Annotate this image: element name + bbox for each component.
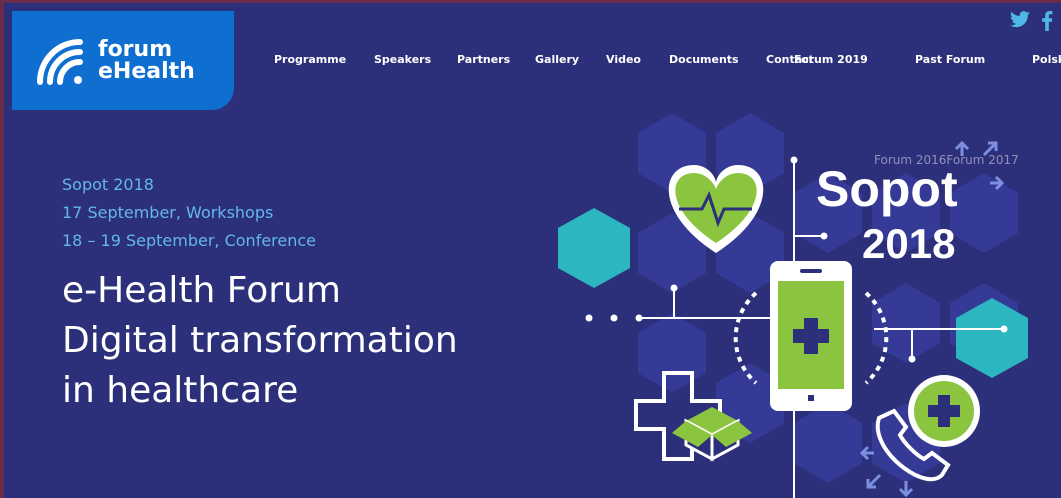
logo-line-forum: forum bbox=[98, 36, 173, 62]
nav-programme[interactable]: Programme bbox=[274, 53, 346, 66]
hero-sopot-text: Sopot bbox=[816, 161, 958, 217]
page-headline: e-Health Forum Digital transformation in… bbox=[62, 266, 458, 416]
hero-illustration: Sopot 2018 bbox=[558, 113, 1028, 498]
signal-logo-icon bbox=[37, 38, 83, 85]
event-workshops: 17 September, Workshops bbox=[62, 203, 274, 222]
nav-forum-2019[interactable]: Forum 2019 bbox=[794, 53, 868, 66]
site-logo[interactable]: forum eHealth bbox=[12, 11, 234, 110]
headline-line-2: Digital transformation bbox=[62, 320, 458, 361]
nav-gallery[interactable]: Gallery bbox=[535, 53, 579, 66]
nav-polski[interactable]: Polski bbox=[1032, 53, 1061, 66]
nav-video[interactable]: Video bbox=[606, 53, 641, 66]
event-info: Sopot 2018 17 September, Workshops 18 – … bbox=[62, 171, 316, 255]
smartphone-icon bbox=[770, 261, 852, 411]
hero-year-text: 2018 bbox=[862, 220, 955, 267]
twitter-icon[interactable] bbox=[1009, 11, 1031, 34]
page: forum eHealth Programme Speakers Partner… bbox=[4, 3, 1061, 498]
logo-line-ehealth: eHealth bbox=[98, 58, 195, 84]
social-links bbox=[1009, 11, 1053, 34]
event-location: Sopot 2018 bbox=[62, 175, 154, 194]
nav-partners[interactable]: Partners bbox=[457, 53, 510, 66]
nav-documents[interactable]: Documents bbox=[669, 53, 739, 66]
logo-text: forum eHealth bbox=[98, 36, 195, 84]
nav-past-forum[interactable]: Past Forum bbox=[915, 53, 985, 66]
teal-hexagon-left bbox=[558, 208, 630, 288]
nav-speakers[interactable]: Speakers bbox=[374, 53, 431, 66]
event-conference: 18 – 19 September, Conference bbox=[62, 231, 317, 250]
facebook-icon[interactable] bbox=[1041, 11, 1053, 34]
headline-line-3: in healthcare bbox=[62, 370, 299, 411]
headline-line-1: e-Health Forum bbox=[62, 270, 341, 311]
